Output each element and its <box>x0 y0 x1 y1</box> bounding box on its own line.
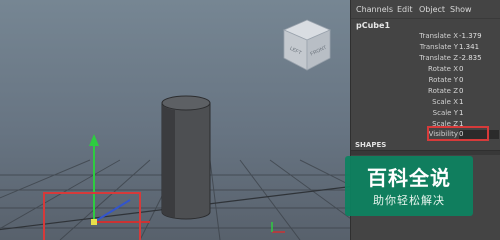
attr-value-field[interactable]: 1 <box>459 109 499 118</box>
object-name[interactable]: pCube1 <box>356 21 390 30</box>
menu-edit[interactable]: Edit <box>397 5 413 14</box>
attr-value-field[interactable]: -2.835 <box>459 54 499 63</box>
attr-row-scale-y[interactable]: Scale Y 1 <box>351 109 500 119</box>
watermark-title: 百科全说 <box>367 166 451 190</box>
watermark-subtitle: 助你轻松解决 <box>373 194 445 207</box>
highlight-box-manipulator <box>43 192 141 240</box>
attr-label: Rotate Y <box>428 76 458 84</box>
menu-show[interactable]: Show <box>450 5 472 14</box>
cylinder-object[interactable] <box>161 95 211 220</box>
watermark-badge: 百科全说 助你轻松解决 <box>345 156 473 216</box>
menu-channels[interactable]: Channels <box>356 5 393 14</box>
attr-row-rotate-y[interactable]: Rotate Y 0 <box>351 76 500 86</box>
highlight-box-visibility <box>427 126 489 141</box>
axis-gnomon <box>271 222 285 233</box>
attr-row-translate-y[interactable]: Translate Y 1.341 <box>351 43 500 53</box>
maya-window: LEFT FRONT Channels Edit Object Show pCu… <box>0 0 500 240</box>
attr-label: Rotate Z <box>428 87 458 95</box>
viewcube[interactable]: LEFT FRONT <box>282 18 332 72</box>
attr-label: Scale Y <box>432 109 458 117</box>
attr-value-field[interactable]: 1.341 <box>459 43 499 52</box>
attr-value-field[interactable]: 0 <box>459 87 499 96</box>
attr-row-translate-z[interactable]: Translate Z -2.835 <box>351 54 500 64</box>
attr-row-rotate-z[interactable]: Rotate Z 0 <box>351 87 500 97</box>
attr-value-field[interactable]: 1 <box>459 98 499 107</box>
attr-value-field[interactable]: 0 <box>459 76 499 85</box>
attr-label: Translate X <box>419 32 458 40</box>
shapes-section-header[interactable]: SHAPES <box>355 141 386 149</box>
menu-object[interactable]: Object <box>419 5 445 14</box>
attr-row-scale-x[interactable]: Scale X 1 <box>351 98 500 108</box>
attr-label: Rotate X <box>428 65 458 73</box>
attr-value-field[interactable]: -1.379 <box>459 32 499 41</box>
attr-row-translate-x[interactable]: Translate X -1.379 <box>351 32 500 42</box>
attr-row-rotate-x[interactable]: Rotate X 0 <box>351 65 500 75</box>
viewport-3d[interactable]: LEFT FRONT <box>0 0 350 240</box>
attr-label: Translate Y <box>419 43 458 51</box>
channel-box-menubar: Channels Edit Object Show <box>351 0 500 19</box>
attr-label: Scale X <box>432 98 458 106</box>
attr-label: Translate Z <box>419 54 458 62</box>
attr-value-field[interactable]: 0 <box>459 65 499 74</box>
panel-divider <box>351 150 500 155</box>
